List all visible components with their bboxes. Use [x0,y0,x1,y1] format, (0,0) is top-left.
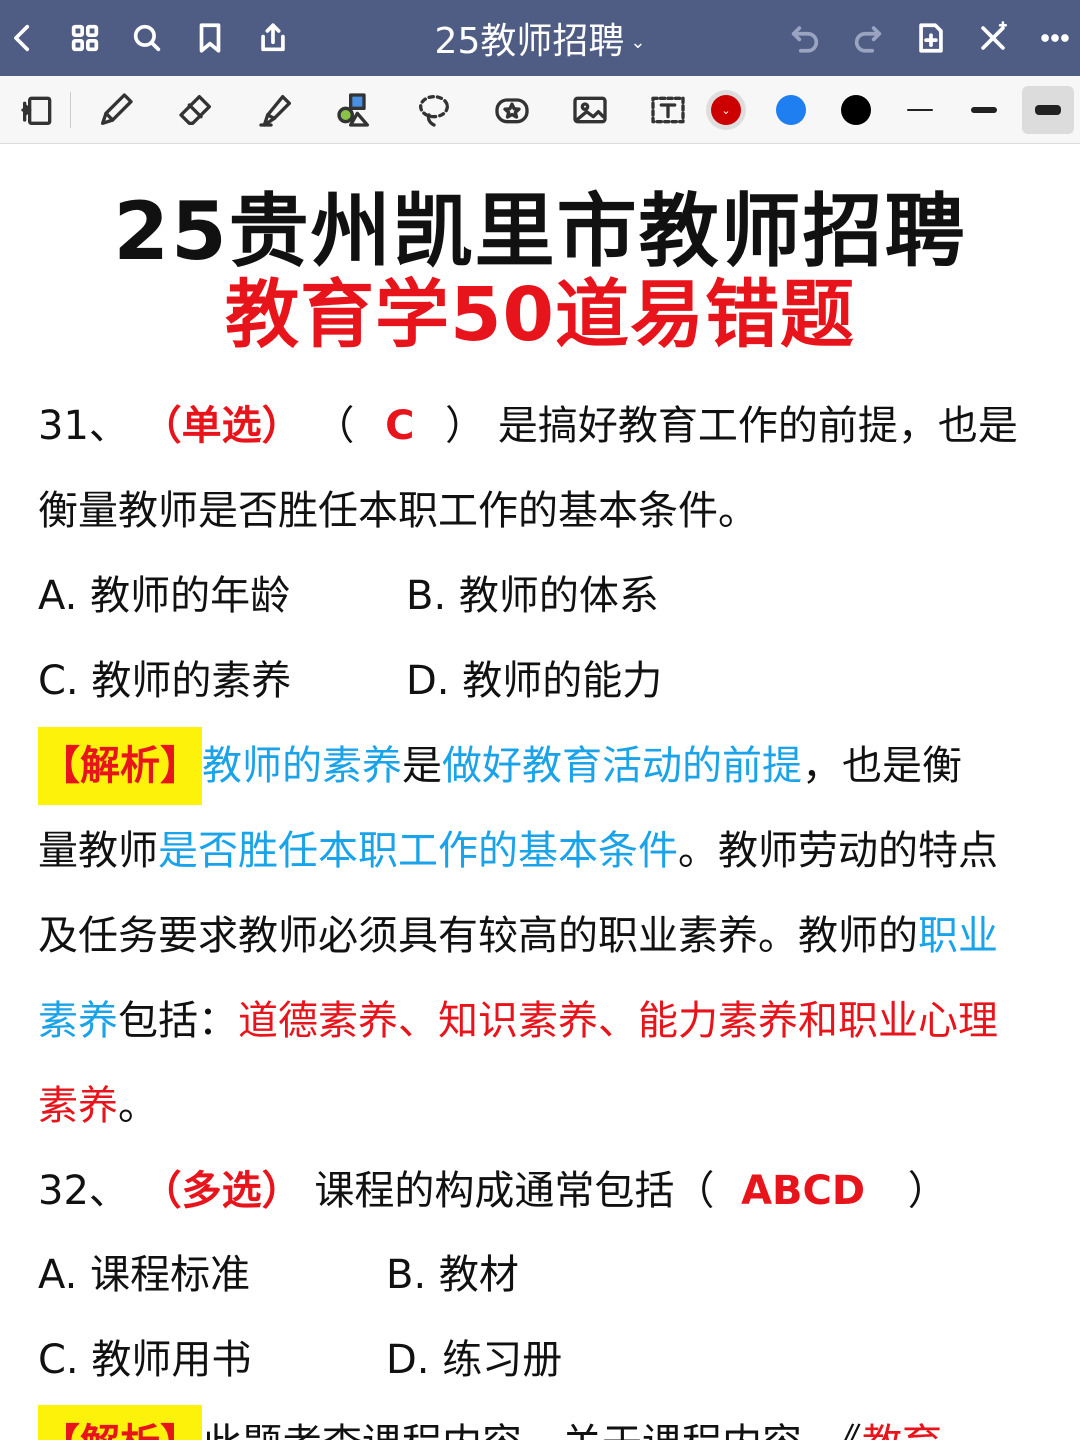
more-icon[interactable] [1034,17,1076,59]
stem-text: 是搞好教育工作的前提，也是 [497,403,1018,449]
key-point-text: 素养 [38,1083,118,1129]
color-swatch-red[interactable]: ⌄ [711,95,741,125]
back-icon[interactable] [2,17,44,59]
annotation-toolbar: ⌄ [0,76,1080,144]
paren-close: ） [445,403,486,449]
q31-analysis-line5: 素养。 [38,1073,158,1131]
q32-option-d: D. 练习册 [386,1337,563,1383]
analysis-tag: 【解析】 [38,727,202,805]
stroke-thin[interactable] [894,86,946,134]
add-page-icon[interactable] [910,17,952,59]
document-page[interactable]: 25贵州凯里市教师招聘 教育学50道易错题 31、 （单选） （ C ） 是搞好… [0,145,1080,1440]
chevron-down-icon: ⌄ [630,31,646,53]
doc-title-line2: 教育学50道易错题 [225,272,855,358]
document-title: 25教师招聘 [434,21,625,62]
paren-open: （ [314,403,355,449]
color-swatch-blue[interactable] [776,95,806,125]
body-text: 及任务要求教师必须具有较高的职业素养。教师的 [38,913,918,959]
question-31-stem: 31、 （单选） （ C ） 是搞好教育工作的前提，也是 [38,393,1018,451]
body-text: 。 [118,1083,158,1129]
page-layout-icon[interactable] [14,86,62,134]
highlight-text: 是否胜任本职工作的基本条件 [158,828,678,874]
q32-option-a: A. 课程标准 [38,1252,251,1298]
question-31-stem-cont: 衡量教师是否胜任本职工作的基本条件。 [38,488,758,534]
search-icon[interactable] [126,17,168,59]
lasso-icon[interactable] [410,86,458,134]
q32-analysis-line1: 【解析】此题考查课程内容。关于课程内容，《教育 [38,1405,942,1440]
sticker-icon[interactable] [488,86,536,134]
grid-icon[interactable] [64,17,106,59]
highlight-text: 教师的素养 [202,743,402,789]
eraser-icon[interactable] [172,86,220,134]
stem-text: 课程的构成通常包括（ [314,1168,715,1214]
pen-icon[interactable] [92,86,140,134]
key-point-text: 教育 [862,1421,942,1440]
q31-analysis-line3: 及任务要求教师必须具有较高的职业素养。教师的职业 [38,903,998,961]
document-title-dropdown[interactable]: 25教师招聘 ⌄ [340,0,740,76]
question-answer: C [385,403,415,449]
highlighter-icon[interactable] [252,86,300,134]
stroke-thick[interactable] [1022,86,1074,134]
q31-option-c: C. 教师的素养 [38,658,292,704]
highlight-text: 素养 [38,998,118,1044]
q31-option-d: D. 教师的能力 [406,658,663,704]
redo-icon[interactable] [847,17,889,59]
q31-option-b: B. 教师的体系 [406,573,659,619]
bookmark-icon[interactable] [189,17,231,59]
analysis-tag: 【解析】 [38,1405,202,1440]
question-number: 31、 [38,403,129,449]
q31-option-a: A. 教师的年龄 [38,573,291,619]
paren-close: ） [907,1168,948,1214]
highlight-text: 做好教育活动的前提 [442,743,802,789]
question-number: 32、 [38,1168,129,1214]
highlight-text: 职业 [918,913,998,959]
toolbar-divider [70,92,71,128]
body-text: 量教师 [38,828,158,874]
body-text: ，也是衡 [802,743,962,789]
q31-analysis-line4: 素养包括：道德素养、知识素养、能力素养和职业心理 [38,988,998,1046]
chevron-down-icon: ⌄ [721,103,731,117]
image-icon[interactable] [566,86,614,134]
shapes-icon[interactable] [330,86,378,134]
body-text: 。教师劳动的特点 [678,828,998,874]
share-icon[interactable] [252,17,294,59]
question-type: （多选） [141,1168,302,1214]
q31-analysis-line1: 【解析】教师的素养是做好教育活动的前提，也是衡 [38,727,962,805]
body-text: 是 [402,743,442,789]
title-bar: 25教师招聘 ⌄ [0,0,1080,76]
q32-option-b: B. 教材 [386,1252,519,1298]
stroke-medium[interactable] [958,86,1010,134]
body-text: 包括： [118,998,238,1044]
body-text: 此题考查课程内容。关于课程内容，《 [202,1421,862,1440]
undo-icon[interactable] [784,17,826,59]
text-box-icon[interactable] [644,86,692,134]
question-type: （单选） [141,403,302,449]
key-point-text: 道德素养、知识素养、能力素养和职业心理 [238,998,998,1044]
q31-analysis-line2: 量教师是否胜任本职工作的基本条件。教师劳动的特点 [38,818,998,876]
q32-option-c: C. 教师用书 [38,1337,252,1383]
question-32-stem: 32、 （多选） 课程的构成通常包括（ ABCD ） [38,1158,948,1216]
question-answer: ABCD [741,1168,866,1214]
close-icon[interactable] [972,17,1014,59]
color-swatch-black[interactable] [841,95,871,125]
